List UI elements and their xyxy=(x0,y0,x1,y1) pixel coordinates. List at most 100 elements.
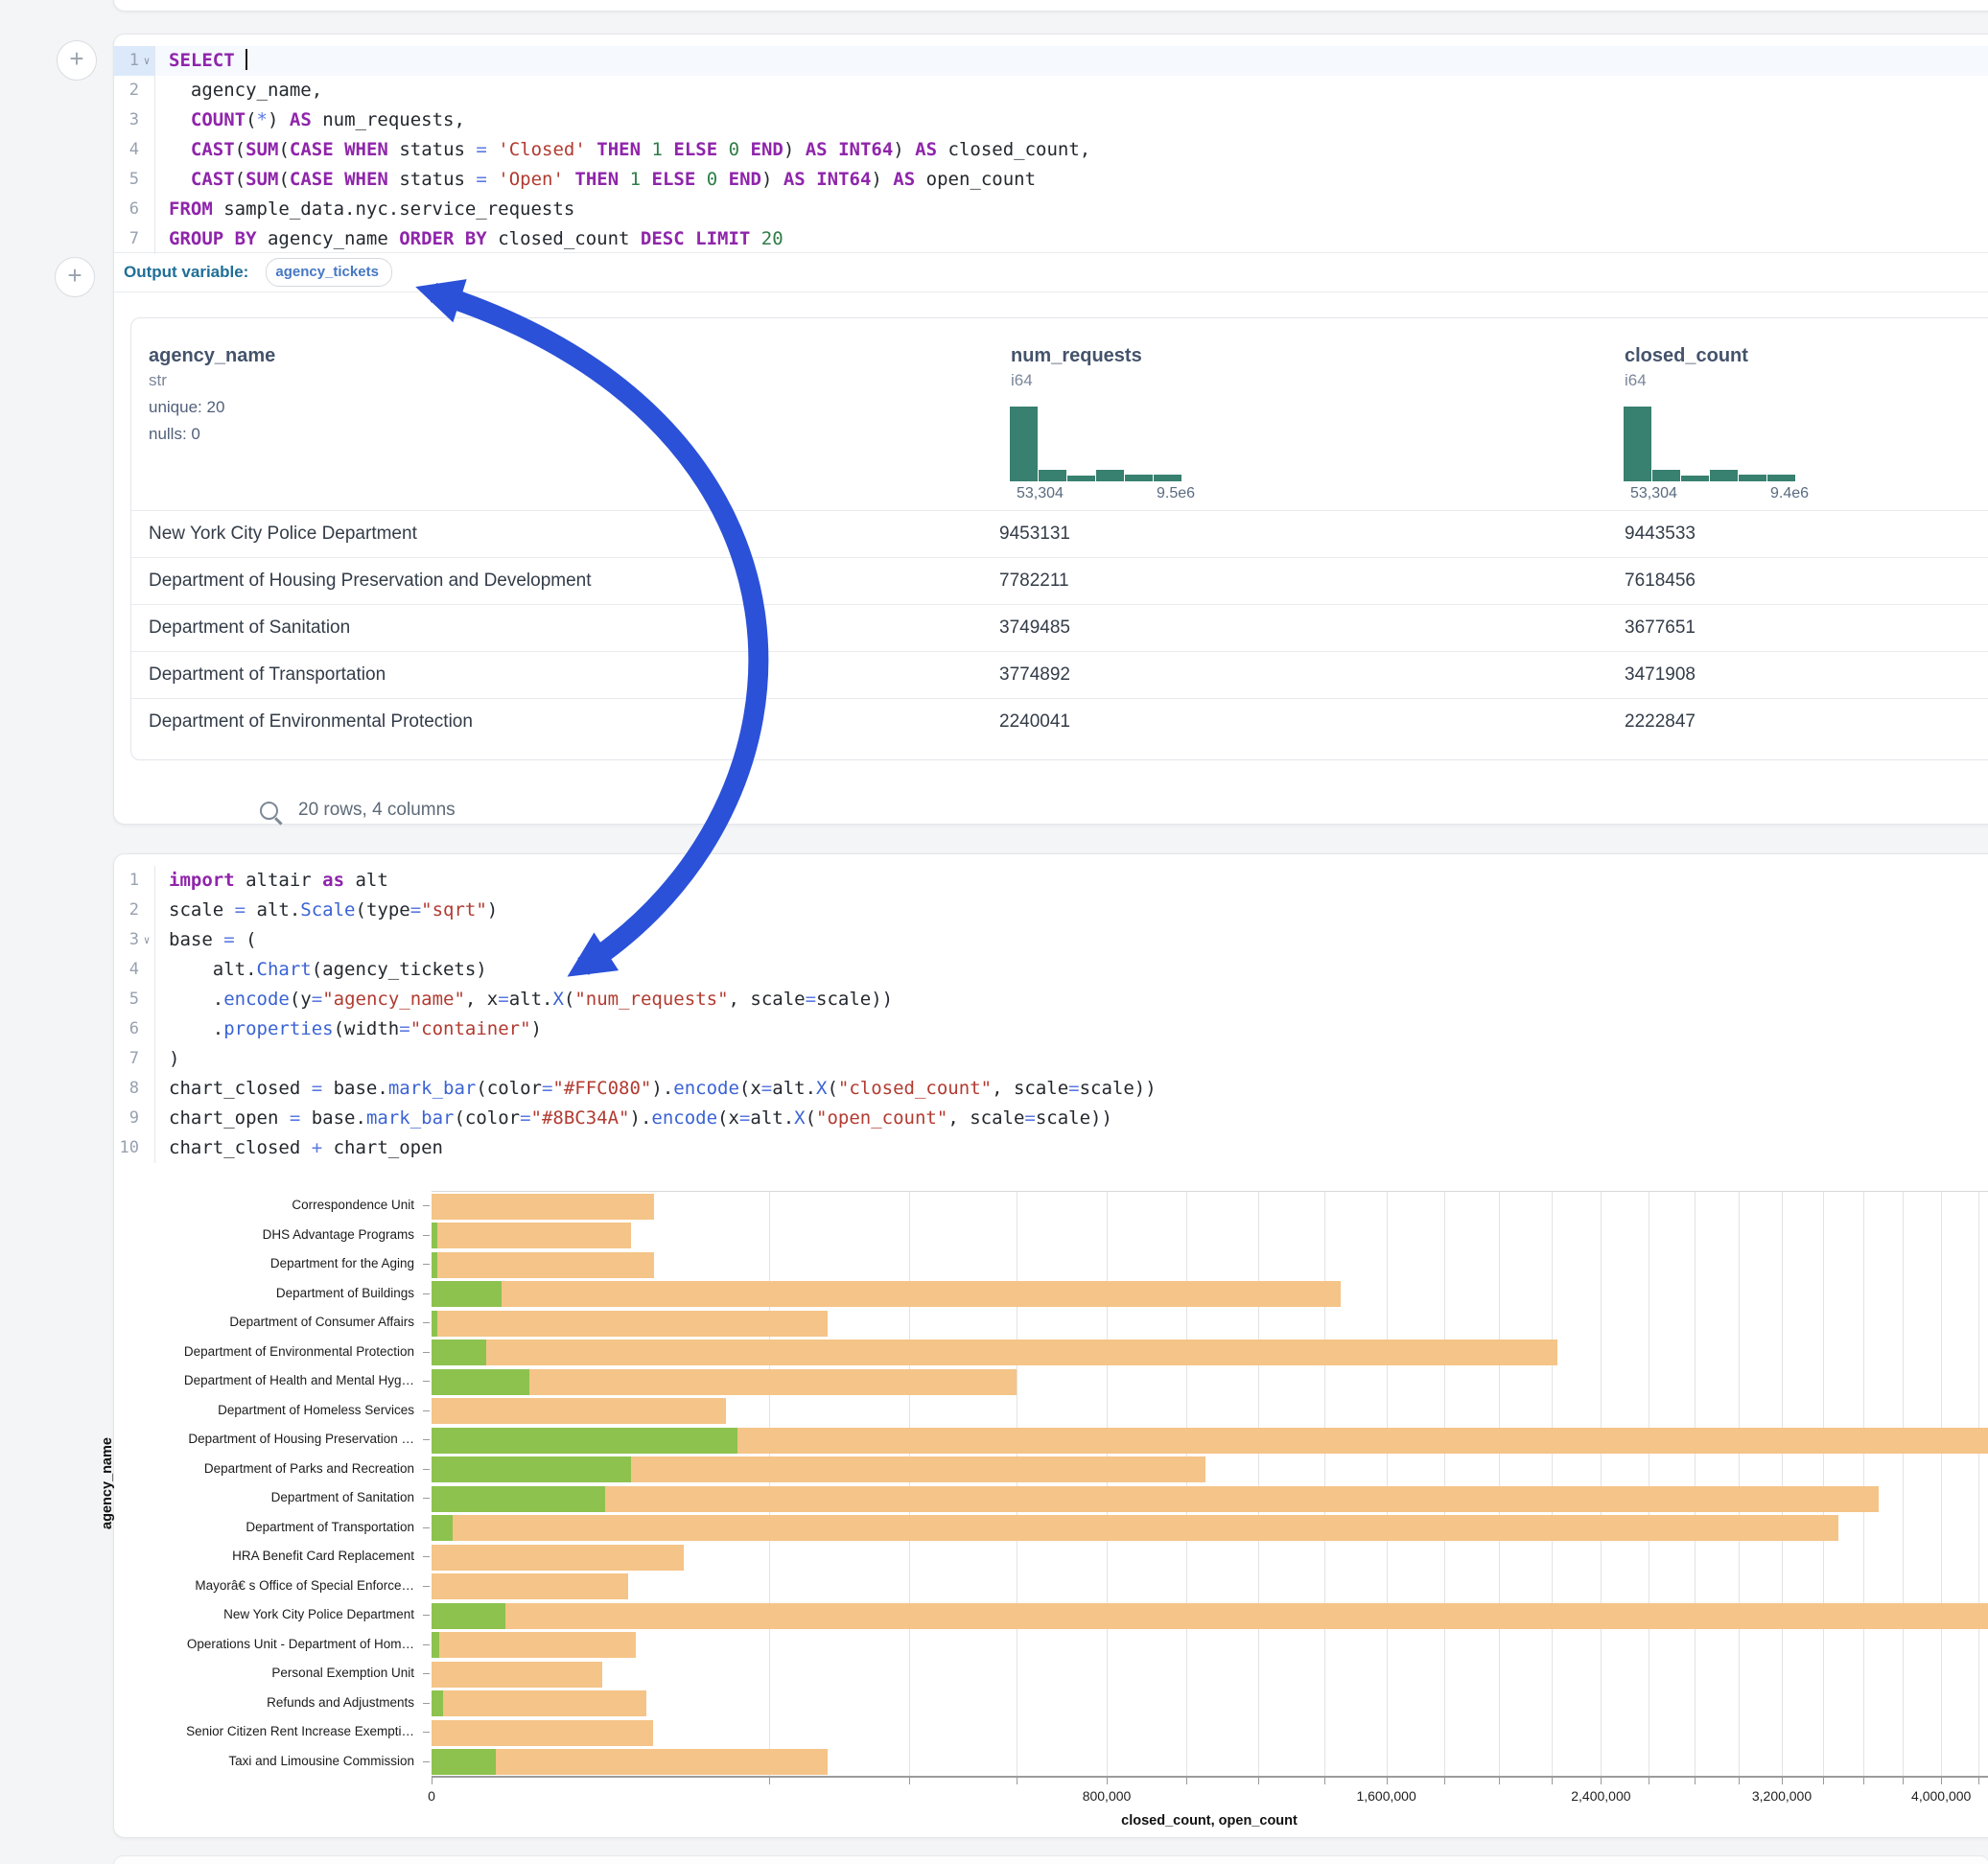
column-stat-nulls: nulls: 0 xyxy=(149,425,964,444)
gridline xyxy=(1186,1192,1187,1777)
x-axis-tick xyxy=(1739,1778,1740,1784)
open-count-bar xyxy=(432,1281,502,1307)
line-number: 10 xyxy=(114,1133,139,1163)
histogram-bar xyxy=(1067,476,1095,481)
gridline xyxy=(1782,1192,1783,1777)
line-number: 9 xyxy=(114,1104,139,1133)
y-axis-tick xyxy=(423,1410,430,1411)
chevron-spacer xyxy=(139,866,154,896)
table-row[interactable]: Department of Housing Preservation and D… xyxy=(131,557,1988,605)
open-count-bar xyxy=(432,1749,496,1775)
collapse-chevron-icon[interactable]: ∨ xyxy=(139,46,154,76)
table-row[interactable]: Department of Transportation377489234719… xyxy=(131,651,1988,699)
line-number: 8 xyxy=(114,1074,139,1104)
y-axis-tick xyxy=(423,1761,430,1762)
x-axis-tick xyxy=(1444,1778,1445,1784)
x-axis-tick xyxy=(1823,1778,1824,1784)
column-type: i64 xyxy=(1625,371,1988,390)
y-axis-label: Personal Exemption Unit xyxy=(0,1659,414,1689)
table-row[interactable]: Department of Environmental Protection22… xyxy=(131,698,1988,746)
x-axis-tick xyxy=(1387,1778,1388,1784)
y-axis-label: Department of Homeless Services xyxy=(0,1396,414,1426)
line-number: 3 xyxy=(114,105,139,135)
line-number: 2 xyxy=(114,896,139,925)
line-number: 3 xyxy=(114,925,139,955)
notebook-page: + + 1∨SELECT 2 agency_name,3 COUNT(*) AS… xyxy=(0,0,1988,1864)
x-axis-tick xyxy=(1782,1778,1783,1784)
column-header-num-requests: num_requests i64 53,304 9.5e6 xyxy=(1011,318,1586,510)
y-axis-label: Department of Housing Preservation … xyxy=(0,1425,414,1455)
table-cell: 7618456 xyxy=(1625,571,1696,592)
y-axis-tick xyxy=(423,1732,430,1733)
closed-count-bar xyxy=(432,1603,1988,1629)
chart-x-axis-line xyxy=(432,1776,1988,1778)
histogram-bar xyxy=(1652,470,1680,481)
line-number: 7 xyxy=(114,1044,139,1074)
open-count-bar xyxy=(432,1223,437,1248)
chevron-spacer xyxy=(139,1133,154,1163)
code-line: 2 agency_name, xyxy=(114,76,1988,105)
y-axis-label: Operations Unit - Department of Hom… xyxy=(0,1630,414,1660)
histogram-min-label: 53,304 xyxy=(1017,485,1064,502)
table-cell: Department of Housing Preservation and D… xyxy=(149,571,592,592)
chevron-spacer xyxy=(139,955,154,985)
y-axis-tick xyxy=(423,1235,430,1236)
gridline xyxy=(769,1192,770,1777)
column-header-agency-name: agency_name str unique: 20 nulls: 0 xyxy=(149,318,964,510)
column-type: str xyxy=(149,371,964,390)
table-cell: 9443533 xyxy=(1625,524,1696,545)
table-cell: 7782211 xyxy=(999,571,1069,592)
line-number: 2 xyxy=(114,76,139,105)
y-axis-tick xyxy=(423,1439,430,1440)
x-axis-tick-label: 3,200,000 xyxy=(1752,1788,1812,1804)
closed-count-bar xyxy=(432,1632,636,1658)
line-number: 1 xyxy=(114,46,139,76)
table-row[interactable]: New York City Police Department945313194… xyxy=(131,510,1988,558)
previous-cell-edge xyxy=(113,0,1988,12)
line-number: 5 xyxy=(114,165,139,195)
column-name: agency_name xyxy=(149,345,964,367)
table-row[interactable]: Department of Sanitation37494853677651 xyxy=(131,604,1988,652)
open-count-bar xyxy=(432,1515,453,1541)
closed-count-bar xyxy=(432,1398,726,1424)
result-table: agency_name str unique: 20 nulls: 0 num_… xyxy=(130,317,1988,760)
y-axis-tick xyxy=(423,1615,430,1616)
chevron-spacer xyxy=(139,195,154,224)
y-axis-tick xyxy=(423,1644,430,1645)
code-line: 10chart_closed + chart_open xyxy=(114,1133,1988,1163)
histogram-max-label: 9.5e6 xyxy=(1157,485,1195,502)
chevron-spacer xyxy=(139,224,154,254)
chevron-spacer xyxy=(139,896,154,925)
code-line: 3 COUNT(*) AS num_requests, xyxy=(114,105,1988,135)
gridline xyxy=(1444,1192,1445,1777)
closed-count-bar xyxy=(432,1252,654,1278)
collapse-chevron-icon[interactable]: ∨ xyxy=(139,925,154,955)
chart-plot xyxy=(432,1191,1988,1777)
y-axis-label: Refunds and Adjustments xyxy=(0,1689,414,1718)
gridline xyxy=(1552,1192,1553,1777)
histogram-bar xyxy=(1125,475,1153,481)
histogram-bar xyxy=(1710,470,1738,481)
open-count-bar xyxy=(432,1690,443,1716)
search-icon[interactable] xyxy=(260,802,278,820)
closed-count-bar xyxy=(432,1545,684,1571)
open-count-bar xyxy=(432,1603,505,1629)
closed-count-bar xyxy=(432,1662,602,1688)
add-cell-button-output[interactable]: + xyxy=(55,257,95,297)
add-cell-button-top[interactable]: + xyxy=(57,40,97,81)
sql-code-editor[interactable]: 1∨SELECT 2 agency_name,3 COUNT(*) AS num… xyxy=(114,46,1988,254)
gridline xyxy=(909,1192,910,1777)
y-axis-label: Department of Sanitation xyxy=(0,1483,414,1513)
y-axis-label: Mayorâ€ s Office of Special Enforce… xyxy=(0,1572,414,1601)
gridline xyxy=(1739,1192,1740,1777)
open-count-bar xyxy=(432,1340,486,1365)
gridline xyxy=(1387,1192,1388,1777)
code-line: 5 CAST(SUM(CASE WHEN status = 'Open' THE… xyxy=(114,165,1988,195)
python-code-editor[interactable]: 1import altair as alt2scale = alt.Scale(… xyxy=(114,866,1988,1163)
output-variable-pill[interactable]: agency_tickets xyxy=(266,258,392,287)
code-line: 7) xyxy=(114,1044,1988,1074)
histogram-bar xyxy=(1624,407,1651,481)
column-stat-unique: unique: 20 xyxy=(149,398,964,417)
gridline xyxy=(1941,1192,1942,1777)
code-line: 5 .encode(y="agency_name", x=alt.X("num_… xyxy=(114,985,1988,1014)
